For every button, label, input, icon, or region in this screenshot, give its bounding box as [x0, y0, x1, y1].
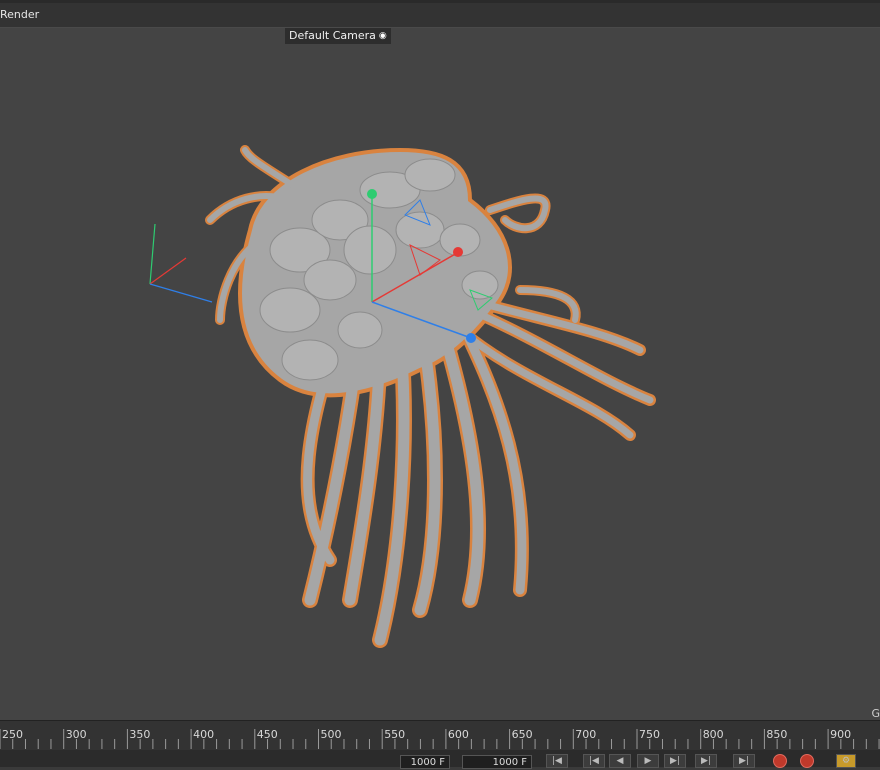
ruler-tick-label: 400: [193, 728, 214, 741]
ruler-tick-label: 550: [384, 728, 405, 741]
menubar-edge: [0, 0, 880, 3]
timeline-ruler[interactable]: 250 300 350 400 450 500 550 600 650 700 750 800 850 9…: [0, 720, 880, 751]
record-icon[interactable]: [773, 754, 787, 768]
ruler-tick-label: 900: [830, 728, 851, 741]
ruler-tick-label: 850: [766, 728, 787, 741]
3d-viewport[interactable]: Default Camera ◉ G: [0, 28, 880, 720]
ruler-tick-label: 650: [512, 728, 533, 741]
play-icon[interactable]: ▶: [637, 754, 659, 768]
ruler-tick-label: 600: [448, 728, 469, 741]
settings-icon[interactable]: ⚙: [836, 754, 856, 768]
ruler-ticks: 250 300 350 400 450 500 550 600 650 700 750 800 850 9…: [0, 728, 880, 749]
previous-frame-icon[interactable]: ◀: [609, 754, 631, 768]
go-to-start-icon[interactable]: |◀: [546, 754, 568, 768]
creature-model[interactable]: [205, 145, 656, 648]
menu-render[interactable]: Render: [0, 8, 39, 21]
camera-icon: ◉: [378, 31, 387, 41]
viewport-corner-label: G: [871, 707, 880, 720]
transport-bar: 1000 F 1000 F |◀ |◀ ◀ ▶ ▶| ▶| ▶| ⚙: [0, 750, 880, 769]
ruler-tick-label: 300: [66, 728, 87, 741]
previous-key-icon[interactable]: |◀: [583, 754, 605, 768]
viewport-scene[interactable]: [0, 28, 880, 720]
next-key-icon[interactable]: ▶|: [695, 754, 717, 768]
ruler-tick-label: 750: [639, 728, 660, 741]
world-axis-gizmo: [149, 223, 213, 303]
go-to-end-icon[interactable]: ▶|: [733, 754, 755, 768]
autokey-icon[interactable]: [800, 754, 814, 768]
ruler-tick-label: 250: [2, 728, 23, 741]
camera-selector[interactable]: Default Camera ◉: [285, 28, 391, 44]
camera-label-text: Default Camera: [289, 29, 376, 42]
ruler-tick-label: 450: [257, 728, 278, 741]
ruler-tick-label: 500: [321, 728, 342, 741]
ruler-tick-label: 350: [129, 728, 150, 741]
ruler-tick-label: 800: [703, 728, 724, 741]
ruler-tick-label: 700: [575, 728, 596, 741]
menu-bar: Render: [0, 0, 880, 28]
next-frame-icon[interactable]: ▶|: [664, 754, 686, 768]
